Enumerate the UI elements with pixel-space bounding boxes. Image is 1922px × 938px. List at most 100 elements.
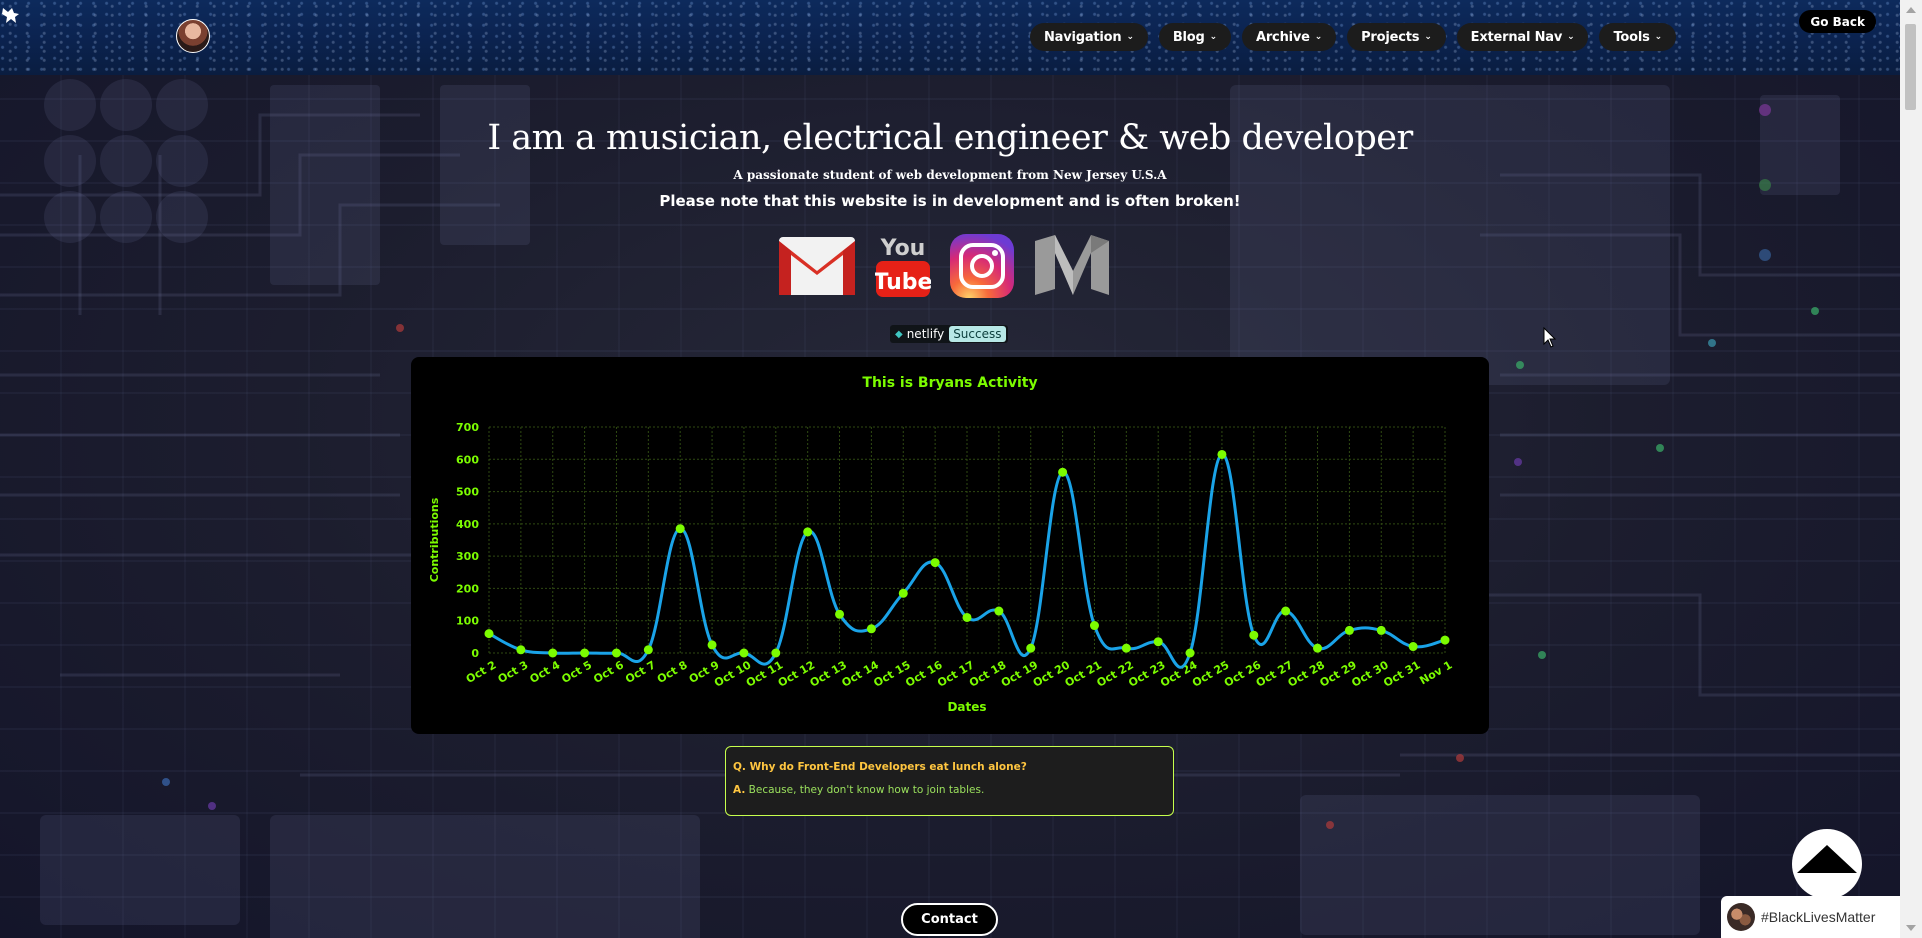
nav-label: Archive (1255, 29, 1310, 45)
y-tick-label: 400 (456, 518, 479, 531)
data-point (898, 588, 908, 598)
data-point (580, 648, 590, 658)
data-point (739, 648, 749, 658)
y-tick-label: 600 (456, 453, 479, 466)
page-subtitle: A passionate student of web development … (733, 168, 1167, 182)
x-axis-label: Dates (947, 700, 986, 714)
y-tick-label: 500 (456, 486, 479, 499)
y-tick-label: 0 (471, 647, 479, 660)
y-axis-label: Contributions (428, 497, 441, 582)
activity-chart: 0100200300400500600700Oct 2Oct 3Oct 4Oct… (428, 421, 1455, 714)
data-point (548, 648, 558, 658)
joke-card: Q. Why do Front-End Developers eat lunch… (725, 746, 1174, 816)
chevron-down-icon: ⌄ (1424, 32, 1432, 42)
y-tick-label: 700 (456, 421, 479, 434)
x-tick-label: Oct 5 (559, 658, 594, 686)
x-tick-label: Oct 6 (591, 658, 626, 686)
data-point (1026, 643, 1036, 653)
scroll-thumb[interactable] (1905, 24, 1916, 110)
chevron-down-icon: ⌄ (1567, 32, 1575, 42)
nav-navigation[interactable]: Navigation ⌄ (1029, 23, 1148, 51)
x-tick-label: Oct 3 (496, 658, 531, 686)
nav-label: Tools (1613, 29, 1650, 45)
netlify-name: netlify (906, 327, 945, 341)
go-back-button[interactable]: Go Back (1799, 10, 1876, 33)
nav-blog[interactable]: Blog ⌄ (1158, 23, 1231, 51)
data-point (930, 558, 940, 568)
data-point (1217, 449, 1227, 459)
site-header: Navigation ⌄ Blog ⌄ Archive ⌄ Projects ⌄… (0, 0, 1900, 75)
data-point (962, 612, 972, 622)
data-point (866, 624, 876, 634)
answer-text: Because, they don't know how to join tab… (748, 784, 985, 796)
arrow-up-icon (1797, 845, 1857, 873)
data-point (1344, 625, 1354, 635)
data-point (1440, 635, 1450, 645)
y-tick-label: 100 (456, 615, 479, 628)
data-point (707, 640, 717, 650)
question-text: Why do Front-End Developers eat lunch al… (749, 761, 1027, 773)
data-point (484, 629, 494, 639)
data-point (803, 527, 813, 537)
data-point (1313, 643, 1323, 653)
data-point (1281, 606, 1291, 616)
nav-archive[interactable]: Archive ⌄ (1241, 23, 1337, 51)
netlify-status-badge[interactable]: ◆ netlify Success (890, 325, 1008, 343)
data-point (675, 524, 685, 534)
data-point (994, 606, 1004, 616)
vertical-scrollbar[interactable] (1900, 0, 1922, 938)
nav-external-nav[interactable]: External Nav ⌄ (1456, 23, 1589, 51)
netlify-label: ◆ netlify (890, 327, 949, 341)
nav-label: Projects (1361, 29, 1420, 45)
data-point (771, 648, 781, 658)
nav-projects[interactable]: Projects ⌄ (1347, 23, 1446, 51)
x-tick-label: Nov 1 (1417, 658, 1454, 687)
x-tick-label: Oct 7 (623, 658, 658, 686)
scroll-down-arrow-icon[interactable] (1906, 925, 1916, 931)
blm-icon (1727, 903, 1755, 931)
joke-question: Q. Why do Front-End Developers eat lunch… (733, 761, 1166, 773)
data-point (516, 645, 526, 655)
nav-label: External Nav (1470, 29, 1563, 45)
data-point (835, 609, 845, 619)
scroll-to-top-button[interactable] (1792, 829, 1862, 899)
data-point (1249, 630, 1259, 640)
page-title: I am a musician, electrical engineer & w… (487, 118, 1413, 158)
gmail-icon[interactable] (777, 235, 857, 297)
blm-banner[interactable]: #BlackLivesMatter (1721, 896, 1900, 938)
data-point (1376, 625, 1386, 635)
a-prefix: A. (733, 784, 746, 796)
q-prefix: Q. (733, 761, 746, 773)
fox-logo-icon[interactable] (0, 4, 22, 26)
y-tick-label: 300 (456, 550, 479, 563)
chevron-down-icon: ⌄ (1314, 32, 1323, 42)
dev-note: Please note that this website is in deve… (659, 192, 1241, 210)
mouse-cursor-icon (1543, 327, 1557, 348)
scroll-up-arrow-icon[interactable] (1906, 7, 1916, 13)
nav-label: Navigation (1043, 29, 1122, 45)
x-tick-label: Oct 4 (527, 658, 562, 686)
data-point (1185, 648, 1195, 658)
x-tick-label: Oct 2 (464, 658, 499, 686)
data-point (1408, 642, 1418, 652)
x-tick-label: Oct 8 (655, 658, 690, 686)
nav-label: Blog (1172, 29, 1205, 45)
y-tick-label: 200 (456, 582, 479, 595)
chevron-down-icon: ⌄ (1209, 32, 1218, 42)
social-links: You Tube (777, 233, 1111, 299)
x-tick-label: Oct 31 (1381, 658, 1422, 689)
data-point (643, 645, 653, 655)
contact-button[interactable]: Contact (901, 903, 998, 936)
chevron-down-icon: ⌄ (1126, 32, 1134, 42)
joke-answer: A. Because, they don't know how to join … (733, 784, 1166, 796)
data-point (1121, 643, 1131, 653)
data-point (1058, 467, 1068, 477)
main-nav: Navigation ⌄ Blog ⌄ Archive ⌄ Projects ⌄… (1029, 23, 1676, 51)
youtube-icon[interactable]: You Tube (875, 233, 931, 299)
medium-icon[interactable] (1033, 233, 1111, 299)
instagram-icon[interactable] (949, 233, 1015, 299)
netlify-icon: ◆ (895, 328, 903, 340)
data-point (1153, 637, 1163, 647)
avatar[interactable] (176, 19, 210, 53)
nav-tools[interactable]: Tools ⌄ (1599, 23, 1676, 51)
